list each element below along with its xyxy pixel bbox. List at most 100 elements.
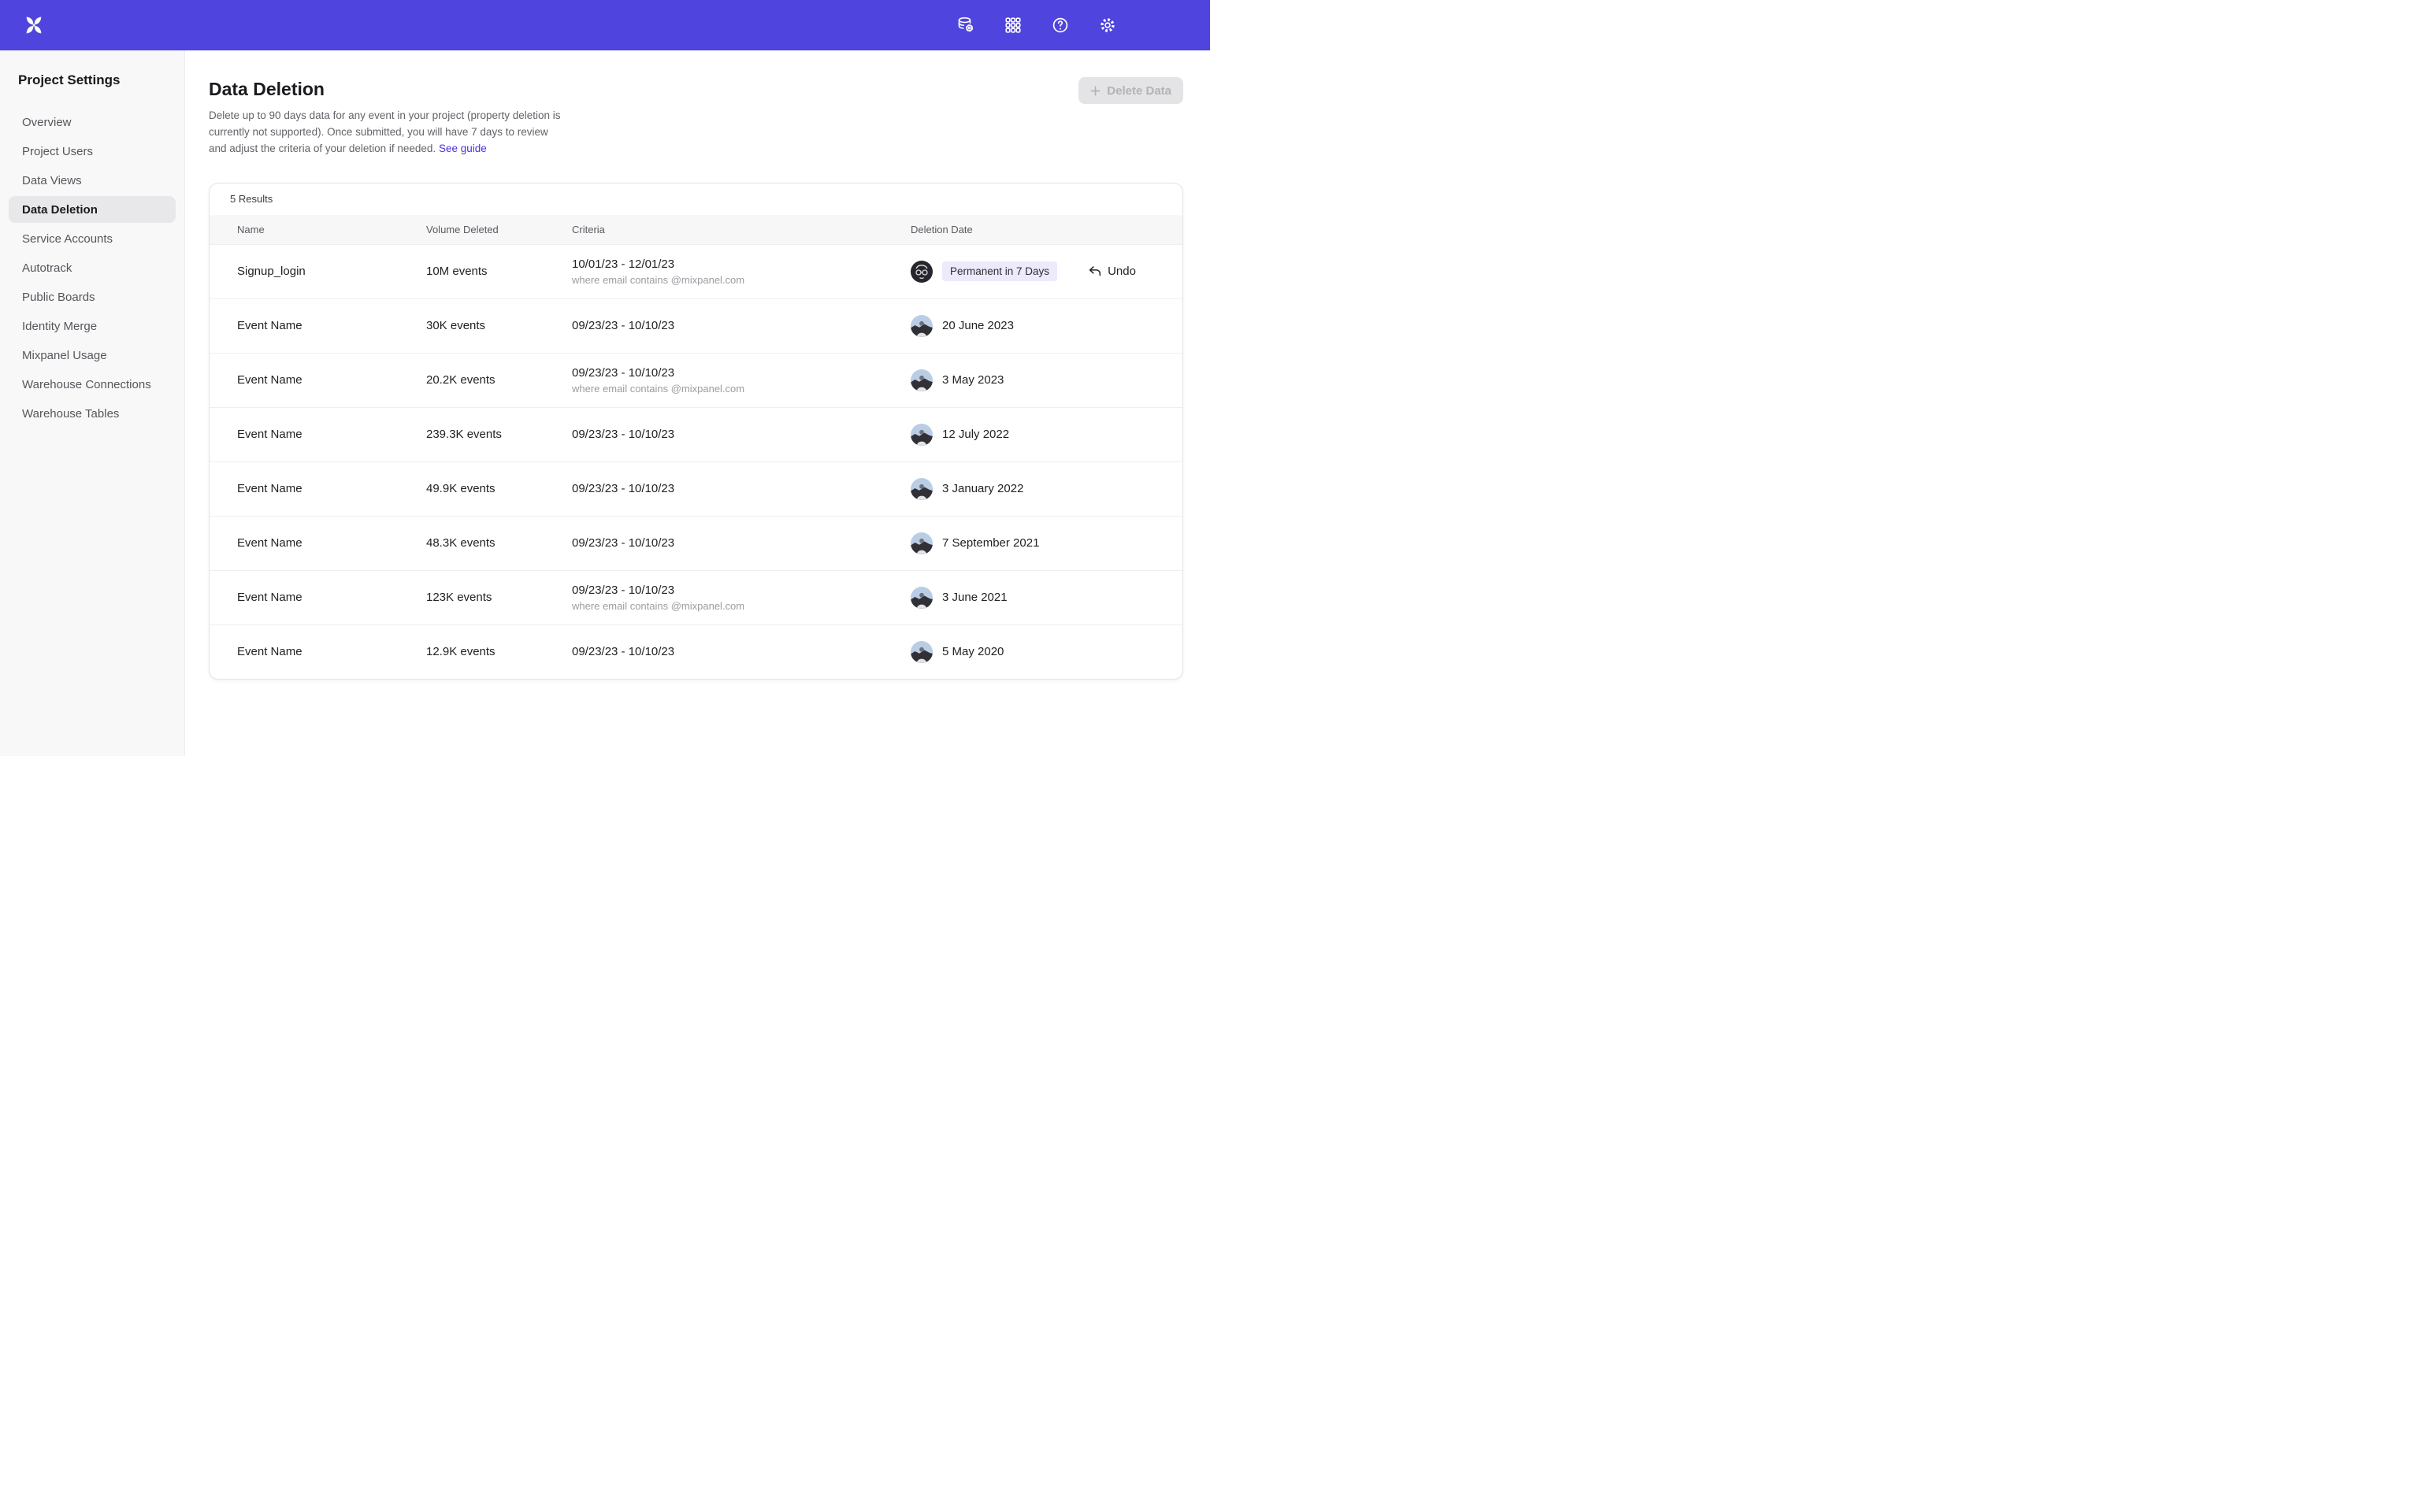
row-name: Event Name [237, 319, 426, 332]
column-header-deletion-date: Deletion Date [911, 224, 1182, 235]
row-criteria: 09/23/23 - 10/10/23 [572, 536, 911, 550]
avatar [911, 532, 933, 554]
row-volume: 12.9K events [426, 645, 572, 658]
sidebar-item-project-users[interactable]: Project Users [9, 138, 176, 165]
user-avatar-image [911, 315, 933, 337]
sidebar-item-warehouse-tables[interactable]: Warehouse Tables [9, 400, 176, 427]
table-body: Signup_login10M events10/01/23 - 12/01/2… [210, 244, 1182, 679]
row-volume: 20.2K events [426, 373, 572, 387]
sidebar-item-identity-merge[interactable]: Identity Merge [9, 313, 176, 339]
table-row: Event Name239.3K events09/23/23 - 10/10/… [210, 407, 1182, 461]
avatar [911, 587, 933, 609]
row-deletion-date: 3 January 2022 [911, 478, 1182, 500]
sidebar-item-overview[interactable]: Overview [9, 109, 176, 135]
user-avatar-image [911, 478, 933, 500]
criteria-date-range: 09/23/23 - 10/10/23 [572, 428, 911, 441]
mixpanel-logo-icon[interactable] [24, 15, 44, 35]
criteria-date-range: 09/23/23 - 10/10/23 [572, 366, 911, 380]
user-avatar-image [911, 532, 933, 554]
table-row: Event Name49.9K events09/23/23 - 10/10/2… [210, 461, 1182, 516]
undo-icon [1087, 264, 1102, 279]
row-name: Signup_login [237, 265, 426, 278]
deletion-date: 3 May 2023 [942, 373, 1004, 387]
criteria-date-range: 09/23/23 - 10/10/23 [572, 536, 911, 550]
deletion-date: 3 June 2021 [942, 591, 1008, 604]
help-icon[interactable] [1051, 16, 1070, 35]
sidebar-item-service-accounts[interactable]: Service Accounts [9, 225, 176, 252]
row-volume: 239.3K events [426, 428, 572, 441]
criteria-date-range: 09/23/23 - 10/10/23 [572, 319, 911, 332]
criteria-filter: where email contains @mixpanel.com [572, 383, 911, 395]
undo-label: Undo [1108, 265, 1136, 278]
user-avatar-image [911, 641, 933, 663]
row-criteria: 09/23/23 - 10/10/23 where email contains … [572, 584, 911, 612]
topbar-icon-group [956, 16, 1117, 35]
sidebar-item-data-deletion[interactable]: Data Deletion [9, 196, 176, 223]
row-name: Event Name [237, 373, 426, 387]
row-criteria: 10/01/23 - 12/01/23where email contains … [572, 258, 911, 286]
main-content: Data Deletion Delete up to 90 days data … [185, 50, 1210, 756]
row-deletion-date: 12 July 2022 [911, 424, 1182, 446]
table-row: Signup_login10M events10/01/23 - 12/01/2… [210, 244, 1182, 298]
row-volume: 48.3K events [426, 536, 572, 550]
deletion-date: 12 July 2022 [942, 428, 1009, 441]
table-row: Event Name12.9K events09/23/23 - 10/10/2… [210, 624, 1182, 679]
delete-data-label: Delete Data [1107, 84, 1171, 98]
criteria-date-range: 09/23/23 - 10/10/23 [572, 584, 911, 597]
row-deletion-date: 20 June 2023 [911, 315, 1182, 337]
permanent-badge: Permanent in 7 Days [942, 261, 1057, 281]
page-title: Data Deletion [209, 79, 565, 100]
user-avatar-image [911, 369, 933, 391]
deletion-table-card: 5 Results Name Volume Deleted Criteria D… [209, 183, 1183, 680]
column-header-criteria: Criteria [572, 224, 911, 235]
page-header: Data Deletion Delete up to 90 days data … [209, 79, 1183, 158]
avatar [911, 641, 933, 663]
deletion-date: 20 June 2023 [942, 319, 1014, 332]
avatar [911, 478, 933, 500]
table-row: Event Name30K events09/23/23 - 10/10/23 2… [210, 298, 1182, 353]
row-volume: 30K events [426, 319, 572, 332]
sidebar-item-warehouse-connections[interactable]: Warehouse Connections [9, 371, 176, 398]
apps-grid-icon[interactable] [1004, 16, 1023, 35]
row-name: Event Name [237, 591, 426, 604]
row-deletion-date: 7 September 2021 [911, 532, 1182, 554]
row-deletion-date: 5 May 2020 [911, 641, 1182, 663]
data-connections-icon[interactable] [956, 16, 975, 35]
row-criteria: 09/23/23 - 10/10/23 where email contains … [572, 366, 911, 395]
sidebar-item-public-boards[interactable]: Public Boards [9, 284, 176, 310]
avatar [911, 315, 933, 337]
user-avatar-image [911, 261, 933, 283]
row-name: Event Name [237, 536, 426, 550]
see-guide-link[interactable]: See guide [439, 143, 487, 154]
sidebar: Project Settings OverviewProject UsersDa… [0, 50, 185, 756]
avatar [911, 369, 933, 391]
results-count: 5 Results [210, 183, 1182, 215]
sidebar-title: Project Settings [0, 72, 184, 88]
app-shell: Project Settings OverviewProject UsersDa… [0, 50, 1210, 756]
sidebar-item-data-views[interactable]: Data Views [9, 167, 176, 194]
row-name: Event Name [237, 428, 426, 441]
page-description: Delete up to 90 days data for any event … [209, 108, 565, 158]
sidebar-item-autotrack[interactable]: Autotrack [9, 254, 176, 281]
row-criteria: 09/23/23 - 10/10/23 [572, 645, 911, 658]
row-name: Event Name [237, 645, 426, 658]
column-header-name: Name [237, 224, 426, 235]
avatar [911, 261, 933, 283]
delete-data-button[interactable]: Delete Data [1078, 77, 1183, 104]
row-criteria: 09/23/23 - 10/10/23 [572, 428, 911, 441]
criteria-filter: where email contains @mixpanel.com [572, 600, 911, 612]
criteria-date-range: 09/23/23 - 10/10/23 [572, 645, 911, 658]
deletion-date: 7 September 2021 [942, 536, 1039, 550]
row-name: Event Name [237, 482, 426, 495]
row-volume: 123K events [426, 591, 572, 604]
undo-button[interactable]: Undo [1087, 264, 1136, 279]
top-bar [0, 0, 1210, 50]
row-deletion-date: Permanent in 7 Days Undo [911, 261, 1182, 283]
table-row: Event Name48.3K events09/23/23 - 10/10/2… [210, 516, 1182, 570]
row-deletion-date: 3 May 2023 [911, 369, 1182, 391]
table-row: Event Name20.2K events09/23/23 - 10/10/2… [210, 353, 1182, 407]
settings-gear-icon[interactable] [1098, 16, 1117, 35]
sidebar-item-mixpanel-usage[interactable]: Mixpanel Usage [9, 342, 176, 369]
row-criteria: 09/23/23 - 10/10/23 [572, 319, 911, 332]
user-avatar-image [911, 424, 933, 446]
